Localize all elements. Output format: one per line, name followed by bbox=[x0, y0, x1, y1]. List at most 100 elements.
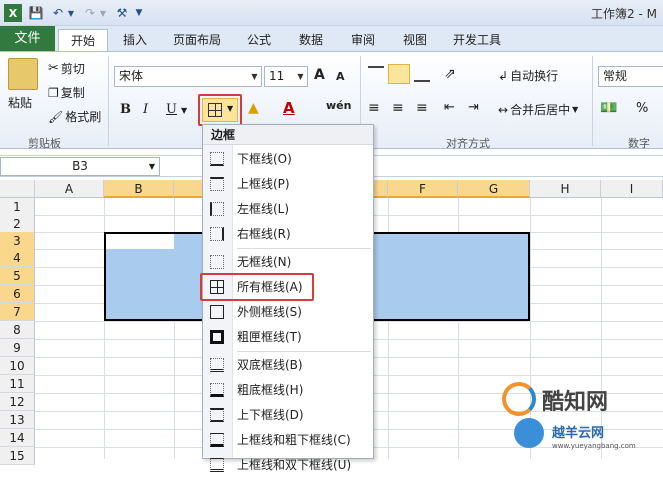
bottom-align-icon[interactable] bbox=[414, 66, 430, 82]
orientation-icon[interactable]: ⇗ bbox=[444, 66, 456, 82]
redo-dropdown-icon[interactable]: ▼ bbox=[98, 4, 108, 22]
menu-item-right-border[interactable]: 右框线(R) bbox=[203, 222, 373, 247]
underline-button[interactable]: U bbox=[166, 102, 177, 117]
column-header[interactable]: A bbox=[35, 180, 104, 198]
menu-item-outside-borders[interactable]: 外侧框线(S) bbox=[203, 300, 373, 325]
middle-align-icon[interactable] bbox=[388, 64, 410, 84]
tab-home[interactable]: 开始 bbox=[58, 29, 108, 51]
left-border-icon bbox=[210, 202, 224, 216]
wrap-text-button[interactable]: ↲ 自动换行 bbox=[498, 67, 558, 84]
paste-icon[interactable] bbox=[8, 58, 38, 90]
cut-button[interactable]: ✂ 剪切 bbox=[48, 60, 85, 77]
align-center-icon[interactable]: ≡ bbox=[392, 100, 404, 116]
row-header[interactable]: 7 bbox=[0, 303, 35, 321]
column-header[interactable]: H bbox=[530, 180, 601, 198]
copy-button[interactable]: ❐ 复制 bbox=[48, 84, 85, 101]
menu-item-top-border[interactable]: 上框线(P) bbox=[203, 172, 373, 197]
row-header[interactable]: 8 bbox=[0, 321, 35, 339]
highlight-box bbox=[198, 94, 242, 126]
menu-item-top-bottom-border[interactable]: 上下框线(D) bbox=[203, 403, 373, 428]
row-header[interactable]: 3 bbox=[0, 232, 35, 250]
accounting-format-icon[interactable]: 💵 bbox=[600, 100, 617, 116]
menu-item-double-bottom-border[interactable]: 双底框线(B) bbox=[203, 353, 373, 378]
number-group-label: 数字 bbox=[628, 137, 650, 150]
menu-item-bottom-border[interactable]: 下框线(O) bbox=[203, 147, 373, 172]
row-header[interactable]: 12 bbox=[0, 393, 35, 411]
scissors-icon: ✂ bbox=[48, 61, 59, 76]
wrap-text-label: 自动换行 bbox=[510, 69, 559, 83]
row-header[interactable]: 6 bbox=[0, 285, 35, 303]
row-header[interactable]: 1 bbox=[0, 198, 35, 216]
chevron-down-icon: ▼ bbox=[251, 72, 258, 81]
format-painter-button[interactable]: 🖌 格式刷 bbox=[48, 108, 101, 125]
menu-item-thick-bottom-border[interactable]: 粗底框线(H) bbox=[203, 378, 373, 403]
phonetic-button[interactable]: wén bbox=[326, 99, 351, 112]
menu-item-left-border[interactable]: 左框线(L) bbox=[203, 197, 373, 222]
menu-item-top-thick-bottom-border[interactable]: 上框线和粗下框线(C) bbox=[203, 428, 373, 453]
title-bar: X 💾 ↶ ▼ ↷ ▼ ⚒ ▼ 工作簿2 - M bbox=[0, 0, 663, 26]
paste-button[interactable]: 粘贴 bbox=[8, 94, 32, 111]
customize-toolbar-icon[interactable]: ▼ bbox=[132, 4, 146, 22]
save-icon[interactable]: 💾 bbox=[28, 4, 44, 22]
font-color-icon[interactable]: A bbox=[283, 99, 295, 117]
column-header[interactable]: B bbox=[104, 180, 174, 198]
underline-dropdown-icon[interactable]: ▼ bbox=[181, 106, 187, 115]
tab-formulas[interactable]: 公式 bbox=[237, 29, 281, 51]
chevron-down-icon: ▼ bbox=[297, 72, 304, 81]
number-format-select[interactable]: 常规 bbox=[598, 66, 663, 87]
decrease-indent-icon[interactable]: ⇤ bbox=[444, 100, 455, 115]
tab-review[interactable]: 审阅 bbox=[341, 29, 385, 51]
grow-font-button[interactable]: A bbox=[314, 67, 325, 83]
row-header[interactable]: 9 bbox=[0, 339, 35, 357]
merge-center-button[interactable]: ↔ 合并后居中 ▼ bbox=[498, 101, 578, 118]
italic-button[interactable]: I bbox=[143, 102, 148, 117]
font-name-select[interactable]: 宋体 ▼ bbox=[114, 66, 262, 87]
double-bottom-border-icon bbox=[210, 358, 224, 372]
menu-item-no-border[interactable]: 无框线(N) bbox=[203, 250, 373, 275]
chevron-down-icon: ▼ bbox=[148, 162, 155, 171]
menu-item-label: 粗匣框线(T) bbox=[237, 330, 302, 344]
row-header[interactable]: 11 bbox=[0, 375, 35, 393]
undo-icon[interactable]: ↶ bbox=[50, 4, 66, 22]
menu-item-thick-box-border[interactable]: 粗匣框线(T) bbox=[203, 325, 373, 350]
tab-view[interactable]: 视图 bbox=[393, 29, 437, 51]
row-header[interactable]: 5 bbox=[0, 267, 35, 285]
outside-borders-icon bbox=[210, 305, 224, 319]
percent-button[interactable]: % bbox=[636, 101, 648, 116]
tab-insert[interactable]: 插入 bbox=[113, 29, 157, 51]
row-header[interactable]: 14 bbox=[0, 429, 35, 447]
row-header[interactable]: 15 bbox=[0, 447, 35, 465]
increase-indent-icon[interactable]: ⇥ bbox=[468, 100, 479, 115]
column-header[interactable]: F bbox=[388, 180, 458, 198]
no-border-icon bbox=[210, 255, 224, 269]
row-header[interactable]: 13 bbox=[0, 411, 35, 429]
align-right-icon[interactable]: ≡ bbox=[416, 100, 428, 116]
tab-page-layout[interactable]: 页面布局 bbox=[165, 29, 229, 51]
menu-item-top-double-bottom-border[interactable]: 上框线和双下框线(U) bbox=[203, 453, 373, 478]
tab-developer[interactable]: 开发工具 bbox=[445, 29, 509, 51]
alignment-group-label: 对齐方式 bbox=[446, 137, 490, 150]
align-left-icon[interactable]: ≡ bbox=[368, 100, 380, 116]
menu-item-label: 上框线和粗下框线(C) bbox=[237, 433, 351, 447]
tools-icon[interactable]: ⚒ bbox=[114, 4, 130, 22]
name-box[interactable]: B3 ▼ bbox=[0, 157, 160, 176]
redo-icon[interactable]: ↷ bbox=[82, 4, 98, 22]
undo-dropdown-icon[interactable]: ▼ bbox=[66, 4, 76, 22]
bottom-border-icon bbox=[210, 152, 224, 166]
row-header[interactable]: 2 bbox=[0, 215, 35, 233]
column-header[interactable]: G bbox=[458, 180, 530, 198]
shrink-font-button[interactable]: A bbox=[336, 70, 345, 83]
fill-color-icon[interactable]: ▲ bbox=[248, 100, 259, 116]
tab-data[interactable]: 数据 bbox=[289, 29, 333, 51]
font-size-value: 11 bbox=[269, 69, 285, 83]
column-header[interactable]: I bbox=[601, 180, 663, 198]
select-all-corner[interactable] bbox=[0, 180, 35, 198]
row-header[interactable]: 4 bbox=[0, 249, 35, 267]
active-cell[interactable] bbox=[106, 234, 174, 249]
menu-header: 边框 bbox=[203, 125, 373, 145]
top-align-icon[interactable] bbox=[368, 66, 384, 82]
bold-button[interactable]: B bbox=[120, 102, 131, 117]
tab-file[interactable]: 文件 bbox=[0, 26, 55, 51]
row-header[interactable]: 10 bbox=[0, 357, 35, 375]
font-size-select[interactable]: 11 ▼ bbox=[264, 66, 308, 87]
